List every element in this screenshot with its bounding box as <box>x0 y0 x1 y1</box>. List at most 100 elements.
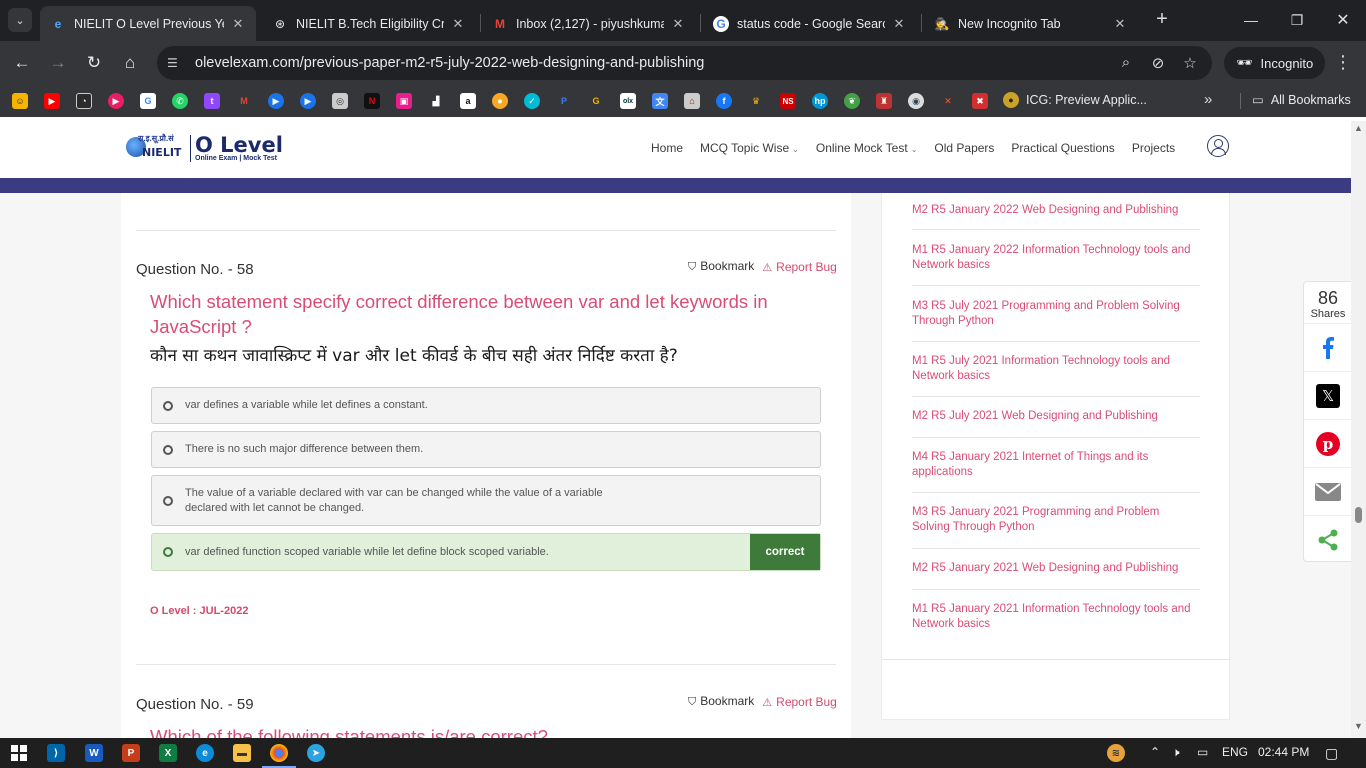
emblem-2-icon[interactable]: ♜ <box>876 93 892 109</box>
chrome-icon[interactable] <box>270 744 288 762</box>
sidebar-paper-link[interactable]: M3 R5 January 2021 Programming and Probl… <box>912 505 1200 535</box>
g-bookmark-icon[interactable]: G <box>588 93 604 109</box>
language-indicator[interactable]: ENG <box>1222 745 1248 759</box>
youtube-icon[interactable]: ▶ <box>44 93 60 109</box>
scrollbar-thumb[interactable] <box>1355 507 1362 523</box>
tray-chevron-icon[interactable]: ⌃ <box>1150 745 1160 759</box>
tab-nielit-btech[interactable]: ⊛ NIELIT B.Tech Eligibility Crite ✕ <box>262 6 476 41</box>
notifications-icon[interactable]: ▢ <box>1325 745 1338 762</box>
close-tab-icon[interactable]: ✕ <box>1112 16 1128 32</box>
nav-practical-questions[interactable]: Practical Questions <box>1011 141 1114 155</box>
site-info-icon[interactable]: ☰ <box>167 56 185 70</box>
more-bookmarks-icon[interactable]: » <box>1204 91 1212 108</box>
clock[interactable]: 02:44 PM <box>1258 745 1309 759</box>
share-more-button[interactable] <box>1304 515 1352 563</box>
answer-option[interactable]: var defines a variable while let defines… <box>151 387 821 424</box>
amazon-icon[interactable]: a <box>460 93 476 109</box>
url-text[interactable]: olevelexam.com/previous-paper-m2-r5-july… <box>195 55 704 71</box>
report-bug-button[interactable]: ⚠ Report Bug <box>762 260 837 274</box>
google-bookmark-icon[interactable]: G <box>140 93 156 109</box>
close-tab-icon[interactable]: ✕ <box>891 16 907 32</box>
sidebar-paper-link[interactable]: M2 R5 January 2022 Web Designing and Pub… <box>912 203 1200 218</box>
close-window-button[interactable]: ✕ <box>1320 0 1366 40</box>
minimize-button[interactable]: — <box>1228 0 1274 40</box>
edge-icon[interactable]: e <box>196 744 214 762</box>
answer-option[interactable]: There is no such major difference betwee… <box>151 431 821 468</box>
gmail-bookmark-icon[interactable]: M <box>236 93 252 109</box>
bookmark-button[interactable]: ⛉ Bookmark <box>688 259 754 274</box>
restore-button[interactable]: ❐ <box>1274 0 1320 40</box>
sidebar-paper-link[interactable]: M2 R5 January 2021 Web Designing and Pub… <box>912 561 1200 576</box>
zoom-icon[interactable]: ⌕ <box>1117 54 1135 72</box>
bookmark-1-icon[interactable]: ☺ <box>12 93 28 109</box>
answer-option-correct[interactable]: var defined function scoped variable whi… <box>151 533 821 571</box>
check-icon[interactable]: ✓ <box>524 93 540 109</box>
share-email-button[interactable] <box>1304 467 1352 515</box>
eye-off-icon[interactable]: ⊘ <box>1149 54 1167 72</box>
sidebar-paper-link[interactable]: M1 R5 January 2022 Information Technolog… <box>912 243 1200 273</box>
netflix-icon[interactable]: N <box>364 93 380 109</box>
twitch-icon[interactable]: t <box>204 93 220 109</box>
page-scrollbar[interactable]: ▲ ▼ <box>1351 121 1366 738</box>
excel-icon[interactable]: X <box>159 744 177 762</box>
speed-icon[interactable]: ◔ <box>76 93 92 109</box>
tab-google-search[interactable]: G status code - Google Search ✕ <box>703 6 917 41</box>
leaf-icon[interactable]: ❦ <box>844 93 860 109</box>
emblem-icon[interactable]: ♛ <box>748 93 764 109</box>
volume-icon[interactable]: 🕨 <box>1172 745 1180 760</box>
exam-tag[interactable]: O Level : JUL-2022 <box>150 605 248 617</box>
sidebar-paper-link[interactable]: M4 R5 January 2021 Internet of Things an… <box>912 450 1200 480</box>
paypal-icon[interactable]: P <box>556 93 572 109</box>
close-tab-icon[interactable]: ✕ <box>450 16 466 32</box>
bookmark-circle-icon[interactable]: ● <box>492 93 508 109</box>
address-bar[interactable]: ☰ olevelexam.com/previous-paper-m2-r5-ju… <box>157 46 1212 80</box>
share-x-button[interactable]: 𝕏 <box>1304 371 1352 419</box>
close-tab-icon[interactable]: ✕ <box>230 16 246 32</box>
word-icon[interactable]: W <box>85 744 103 762</box>
seal-icon[interactable]: ◉ <box>908 93 924 109</box>
powerpoint-icon[interactable]: P <box>122 744 140 762</box>
tab-incognito[interactable]: 🕵 New Incognito Tab ✕ <box>924 6 1138 41</box>
whatsapp-icon[interactable]: ✆ <box>172 93 188 109</box>
bank-icon[interactable]: ⌂ <box>684 93 700 109</box>
home-button[interactable]: ⌂ <box>118 51 142 75</box>
network-icon[interactable]: ▭ <box>1197 745 1208 759</box>
youtube-music-icon[interactable]: ▶ <box>108 93 124 109</box>
nav-home[interactable]: Home <box>651 141 683 155</box>
nav-mcq-topic-wise[interactable]: MCQ Topic Wise ⌄ <box>700 141 799 155</box>
x-bookmark-icon[interactable]: ✕ <box>940 93 956 109</box>
share-pinterest-button[interactable]: p <box>1304 419 1352 467</box>
tab-olevel[interactable]: e NIELIT O Level Previous Year ✕ <box>40 6 256 41</box>
ns-icon[interactable]: NS <box>780 93 796 109</box>
sidebar-paper-link[interactable]: M2 R5 July 2021 Web Designing and Publis… <box>912 409 1200 424</box>
nav-online-mock-test[interactable]: Online Mock Test ⌄ <box>816 141 918 155</box>
nav-projects[interactable]: Projects <box>1132 141 1175 155</box>
incognito-badge[interactable]: 🕶 Incognito <box>1224 47 1326 79</box>
star-icon[interactable]: ☆ <box>1181 54 1199 72</box>
vscode-icon[interactable]: ⟩ <box>47 744 65 762</box>
cross-icon[interactable]: ✖ <box>972 93 988 109</box>
answer-option[interactable]: The value of a variable declared with va… <box>151 475 821 526</box>
back-button[interactable]: ← <box>10 51 34 75</box>
forward-button[interactable]: → <box>46 51 70 75</box>
translate-icon[interactable]: 文 <box>652 93 668 109</box>
bookmark-icg[interactable]: ● ICG: Preview Applic... <box>1003 92 1147 108</box>
scroll-down-icon[interactable]: ▼ <box>1354 721 1363 731</box>
file-explorer-icon[interactable]: ▬ <box>233 744 251 762</box>
bookmark-store-icon[interactable]: ▣ <box>396 93 412 109</box>
tab-search-button[interactable]: ⌄ <box>8 8 32 32</box>
user-account-icon[interactable] <box>1207 135 1229 157</box>
report-bug-button[interactable]: ⚠ Report Bug <box>762 695 837 709</box>
bookmark-chart-icon[interactable]: ▟ <box>428 93 444 109</box>
new-tab-button[interactable]: + <box>1150 8 1174 32</box>
close-tab-icon[interactable]: ✕ <box>670 16 686 32</box>
menu-kebab-icon[interactable]: ⋮ <box>1334 52 1352 73</box>
reload-button[interactable]: ↻ <box>82 51 106 75</box>
olx-icon[interactable]: olx <box>620 93 636 109</box>
all-bookmarks-button[interactable]: ▭ All Bookmarks <box>1252 92 1351 108</box>
site-logo[interactable]: रा.इ.सू.प्रौ.सं NIELIT O Level Online Ex… <box>124 133 283 163</box>
sidebar-paper-link[interactable]: M1 R5 January 2021 Information Technolog… <box>912 602 1200 632</box>
scroll-up-icon[interactable]: ▲ <box>1354 123 1363 133</box>
sidebar-paper-link[interactable]: M1 R5 July 2021 Information Technology t… <box>912 354 1200 384</box>
sidebar-paper-link[interactable]: M3 R5 July 2021 Programming and Problem … <box>912 299 1200 329</box>
